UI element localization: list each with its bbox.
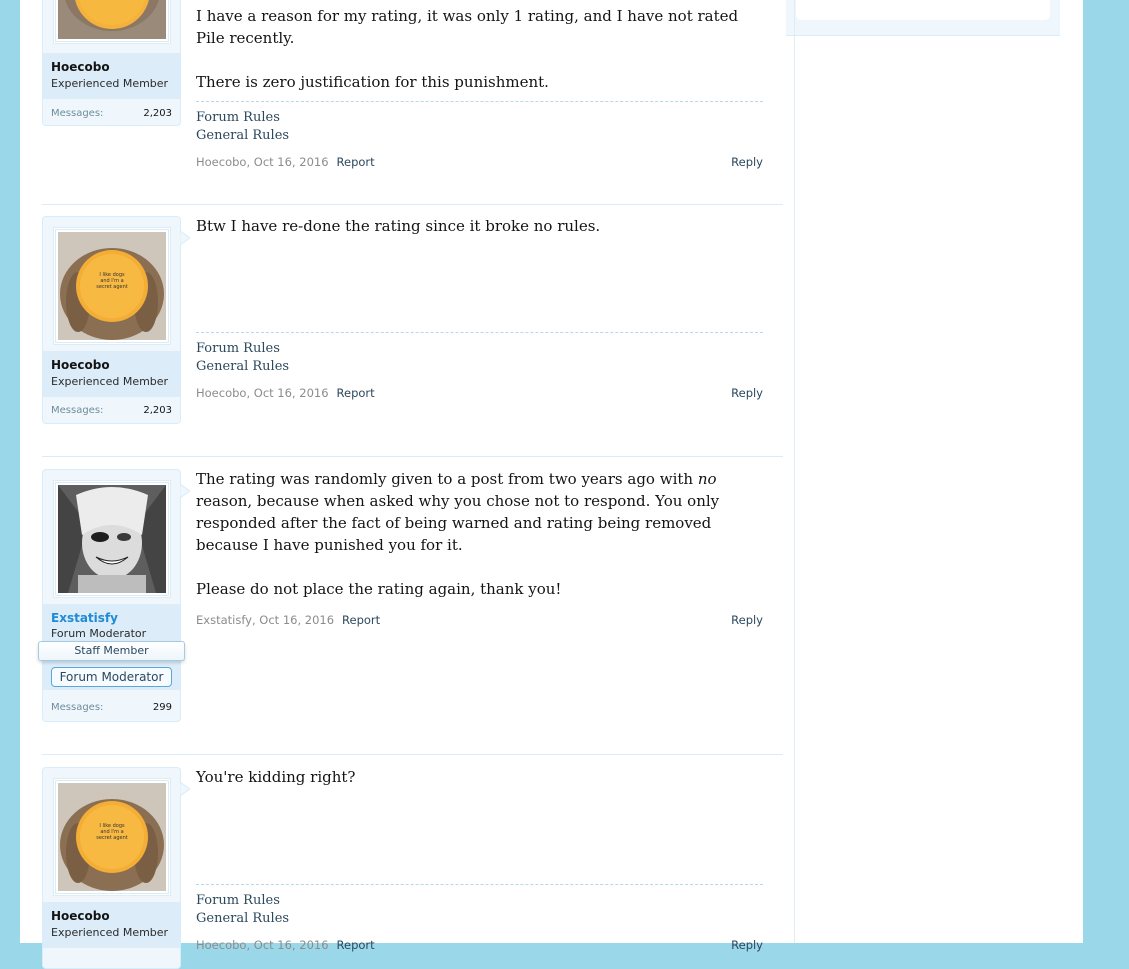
post-author-date[interactable]: Hoecobo, Oct 16, 2016 [196,155,329,169]
text-span: The rating was randomly given to a post … [196,470,698,488]
username[interactable]: Hoecobo [51,909,110,923]
user-block: Hoecobo Experienced Member Messages: 2,2… [42,0,181,126]
post-body: Btw I have re-done the rating since it b… [196,215,763,237]
post-paragraph: I have a reason for my rating, it was on… [196,7,739,47]
messages-label: Messages: [51,702,104,713]
post-body: You're kidding right? [196,766,763,788]
sidebar-panel-inner [796,0,1050,20]
avatar[interactable] [55,0,169,42]
post-author-date[interactable]: Hoecobo, Oct 16, 2016 [196,938,329,952]
report-link[interactable]: Report [337,386,375,400]
user-block: I like dogs and I'm a secret agent Hoeco… [42,216,190,424]
message-meta: Hoecobo, Oct 16, 2016 Report Reply [196,938,763,954]
username[interactable]: Hoecobo [51,358,110,372]
post-paragraph: Btw I have re-done the rating since it b… [196,217,601,235]
username[interactable]: Exstatisfy [51,611,118,625]
avatar[interactable] [55,482,169,596]
signature: Forum Rules General Rules [196,332,763,376]
user-title: Experienced Member [51,375,169,388]
user-stats: Messages: 299 [43,698,180,720]
reply-link[interactable]: Reply [731,938,763,952]
avatar-caption: I like dogs and I'm a secret agent [96,272,128,290]
text-span: reason, because when asked why you chose… [196,492,720,554]
username[interactable]: Hoecobo [51,60,110,74]
message-meta: Hoecobo, Oct 16, 2016 Report Reply [196,386,763,402]
report-link[interactable]: Report [337,155,375,169]
user-stats: Messages: 2,203 [43,401,180,423]
reply-link[interactable]: Reply [731,386,763,400]
messages-label: Messages: [51,108,104,119]
post-paragraph: There is zero justification for this pun… [196,73,549,91]
user-info: Hoecobo Experienced Member [43,902,180,948]
post-body: I have a reason for my rating, it was on… [196,5,763,93]
staff-member-banner: Staff Member [38,641,185,661]
user-block: Exstatisfy Forum Moderator Staff Member … [38,469,190,722]
message-meta: Hoecobo, Oct 16, 2016 Report Reply [196,155,763,171]
thread-posts: Hoecobo Experienced Member Messages: 2,2… [38,0,795,969]
user-info: Exstatisfy Forum Moderator Staff Member … [38,604,185,690]
user-title: Experienced Member [51,926,169,939]
post-author-date[interactable]: Hoecobo, Oct 16, 2016 [196,386,329,400]
user-info: Hoecobo Experienced Member [43,53,180,99]
signature-link-general-rules[interactable]: General Rules [196,127,763,145]
forum-moderator-badge: Forum Moderator [51,667,172,687]
signature: Forum Rules General Rules [196,884,763,928]
post-arrow [180,231,190,245]
post-paragraph: The rating was randomly given to a post … [196,468,763,556]
avatar-caption: I like dogs and I'm a secret agent [96,823,128,841]
post-arrow [180,782,190,796]
forum-page: Hoecobo Experienced Member Messages: 2,2… [20,0,1083,969]
signature: Forum Rules General Rules [196,101,763,145]
post-body: The rating was randomly given to a post … [196,468,763,600]
post: I like dogs and I'm a secret agent Hoeco… [42,204,783,457]
emphasis-text: no [697,470,717,488]
avatar[interactable]: I like dogs and I'm a secret agent [55,229,169,343]
user-title: Forum Moderator [51,627,147,640]
messages-label: Messages: [51,405,104,416]
signature-link-forum-rules[interactable]: Forum Rules [196,892,763,910]
post-arrow [180,18,190,32]
user-block: I like dogs and I'm a secret agent Hoeco… [42,767,190,969]
signature-link-general-rules[interactable]: General Rules [196,358,763,376]
messages-count: 2,203 [143,405,172,416]
post: I like dogs and I'm a secret agent Hoeco… [42,755,783,969]
report-link[interactable]: Report [337,938,375,952]
report-link[interactable]: Report [342,613,380,627]
signature-link-forum-rules[interactable]: Forum Rules [196,340,763,358]
signature-link-forum-rules[interactable]: Forum Rules [196,109,763,127]
avatar[interactable]: I like dogs and I'm a secret agent [55,780,169,894]
messages-count: 2,203 [143,108,172,119]
post-author-date[interactable]: Exstatisfy, Oct 16, 2016 [196,613,334,627]
messages-count: 299 [152,702,172,713]
post-paragraph: Please do not place the rating again, th… [196,580,562,598]
reply-link[interactable]: Reply [731,613,763,627]
user-title: Experienced Member [51,77,169,90]
signature-link-general-rules[interactable]: General Rules [196,910,763,928]
post-paragraph: You're kidding right? [196,768,356,786]
message-meta: Exstatisfy, Oct 16, 2016 Report Reply [196,613,763,629]
post: Hoecobo Experienced Member Messages: 2,2… [42,0,783,205]
reply-link[interactable]: Reply [731,155,763,169]
user-stats: Messages: 2,203 [43,104,180,126]
user-info: Hoecobo Experienced Member [43,351,180,397]
sidebar-panel [786,0,1060,36]
post: Exstatisfy Forum Moderator Staff Member … [38,457,783,755]
post-arrow [180,484,190,498]
